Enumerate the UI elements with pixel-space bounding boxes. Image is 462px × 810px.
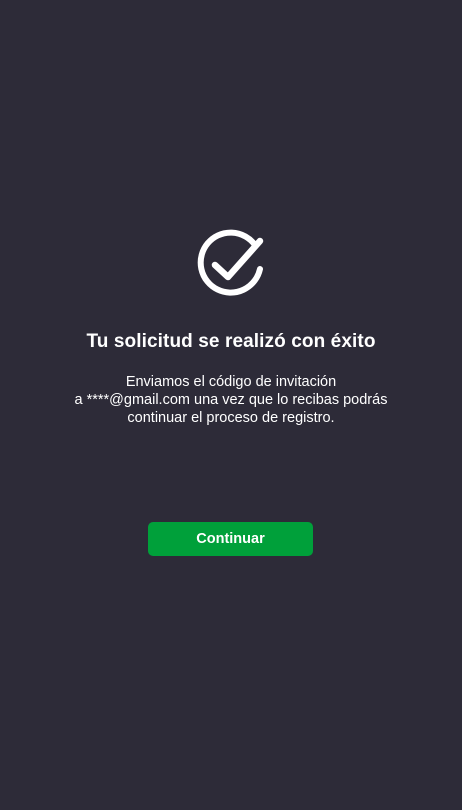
- success-screen: Tu solicitud se realizó con éxito Enviam…: [0, 0, 462, 810]
- message-line: a ****@gmail.com una vez que lo recibas …: [74, 392, 388, 408]
- message-line: Enviamos el código de invitación: [125, 374, 337, 390]
- check-circle-icon: [196, 229, 268, 301]
- message-line: continuar el proceso de registro.: [127, 410, 335, 426]
- success-title: Tu solicitud se realizó con éxito: [86, 331, 376, 352]
- continue-button[interactable]: Continuar: [148, 522, 313, 556]
- success-message: Enviamos el código de invitación a ****@…: [40, 373, 422, 427]
